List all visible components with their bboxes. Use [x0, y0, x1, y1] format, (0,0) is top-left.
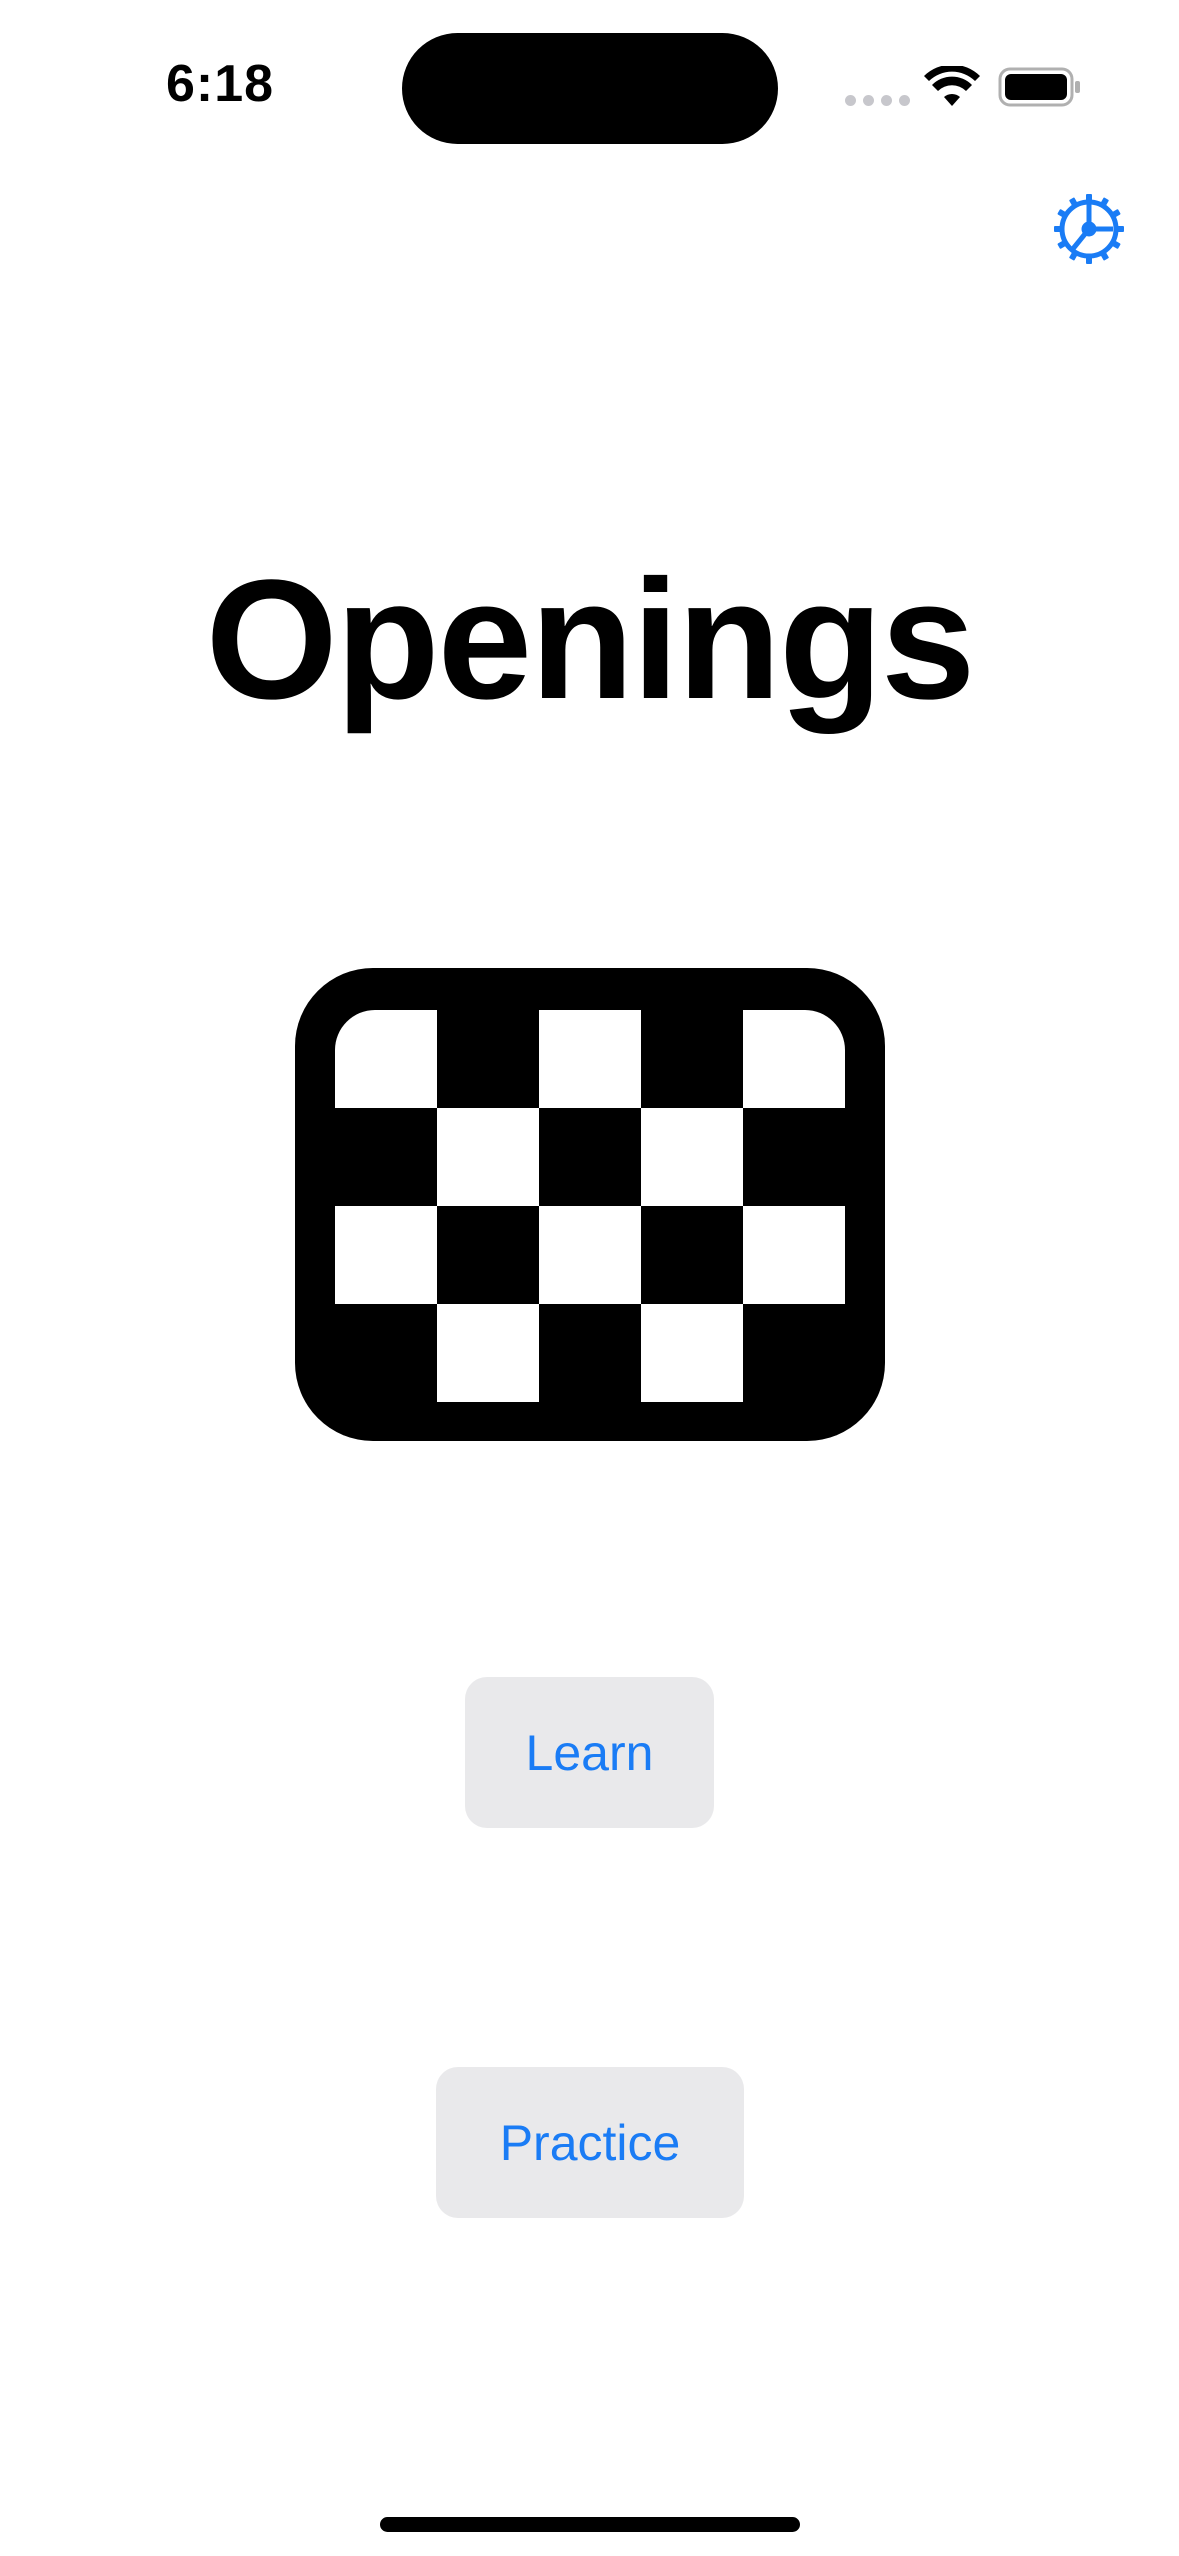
status-time: 6:18: [165, 55, 275, 113]
cellular-signal-icon: [845, 95, 910, 106]
practice-button[interactable]: Practice: [436, 2067, 744, 2218]
learn-button[interactable]: Learn: [465, 1677, 714, 1828]
home-screen: 6:18 Openings Learn Practice: [0, 0, 1179, 2556]
wifi-icon: [924, 66, 980, 106]
gear-icon: [1054, 194, 1124, 264]
home-indicator[interactable]: [380, 2517, 800, 2532]
settings-button[interactable]: [1050, 190, 1128, 268]
status-bar: 6:18: [0, 0, 1179, 160]
page-title: Openings: [205, 545, 976, 735]
battery-icon: [998, 67, 1080, 107]
chessboard-icon: [295, 968, 885, 1441]
dynamic-island: [402, 33, 778, 144]
